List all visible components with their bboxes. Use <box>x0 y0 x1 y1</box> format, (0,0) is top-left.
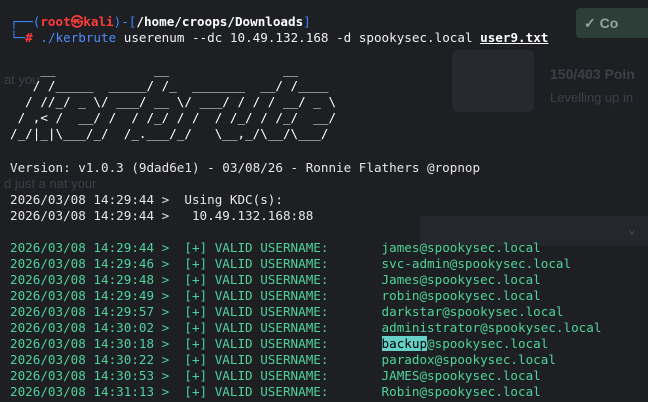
result-spacer <box>328 336 381 351</box>
command-wordlist: user9.txt <box>480 30 549 45</box>
result-timestamp: 2026/03/08 14:29:57 > <box>10 304 185 319</box>
result-timestamp: 2026/03/08 14:29:44 > <box>10 240 185 255</box>
prompt-at-symbol: ㉿ <box>70 14 84 29</box>
result-tag: [+] VALID USERNAME: <box>184 384 329 399</box>
prompt-host: kali <box>83 14 114 29</box>
result-username[interactable]: administrator@spookysec.local <box>382 320 602 335</box>
result-username[interactable]: svc-admin@spookysec.local <box>382 256 572 271</box>
result-tag: [+] VALID USERNAME: <box>184 320 329 335</box>
result-spacer <box>328 384 381 399</box>
command-args: userenum --dc 10.49.132.168 -d spookysec… <box>116 30 481 45</box>
result-username[interactable]: James@spookysec.local <box>382 272 541 287</box>
result-selected-text[interactable]: backup <box>381 336 428 351</box>
result-spacer <box>328 240 381 255</box>
prompt-user: root <box>40 14 71 29</box>
command-name: ./kerbrute <box>40 30 117 45</box>
prompt-bracket: ] <box>303 14 311 29</box>
command-line: └─# ./kerbrute userenum --dc 10.49.132.1… <box>10 30 548 46</box>
prompt-bracket: ┌──( <box>10 14 41 29</box>
result-spacer <box>328 352 381 367</box>
result-spacer <box>328 272 381 287</box>
result-tag: [+] VALID USERNAME: <box>184 368 329 383</box>
result-tag: [+] VALID USERNAME: <box>184 256 329 271</box>
result-username[interactable]: @spookysec.local <box>427 336 548 351</box>
result-username[interactable]: Robin@spookysec.local <box>382 384 541 399</box>
result-row: 2026/03/08 14:30:53 > [+] VALID USERNAME… <box>10 368 541 384</box>
result-timestamp: 2026/03/08 14:29:48 > <box>10 272 185 287</box>
result-row: 2026/03/08 14:30:22 > [+] VALID USERNAME… <box>10 352 556 368</box>
result-row: 2026/03/08 14:29:49 > [+] VALID USERNAME… <box>10 288 541 304</box>
result-username[interactable]: darkstar@spookysec.local <box>382 304 564 319</box>
prompt-path: /home/croops/Downloads <box>136 14 304 29</box>
result-username[interactable]: paradox@spookysec.local <box>382 352 556 367</box>
prompt-hash: # <box>25 30 33 45</box>
result-spacer <box>328 304 381 319</box>
result-spacer <box>328 256 381 271</box>
banner-line: __ __ __ <box>10 62 337 77</box>
result-timestamp: 2026/03/08 14:30:18 > <box>10 336 185 351</box>
result-timestamp: 2026/03/08 14:30:22 > <box>10 352 185 367</box>
result-spacer <box>328 288 381 303</box>
result-tag: [+] VALID USERNAME: <box>184 288 329 303</box>
prompt-bracket: )-[ <box>113 14 137 29</box>
kdc-line: 2026/03/08 14:29:44 > Using KDC(s): <box>10 192 283 207</box>
result-spacer <box>328 320 381 335</box>
result-timestamp: 2026/03/08 14:29:46 > <box>10 256 185 271</box>
result-tag: [+] VALID USERNAME: <box>184 240 329 255</box>
result-row: 2026/03/08 14:29:46 > [+] VALID USERNAME… <box>10 256 571 272</box>
result-username[interactable]: james@spookysec.local <box>382 240 541 255</box>
result-timestamp: 2026/03/08 14:30:02 > <box>10 320 185 335</box>
result-timestamp: 2026/03/08 14:30:53 > <box>10 368 185 383</box>
banner-line: /_/|_|\___/_/ /_.___/_/ \__,_/\__/\___/ <box>10 126 337 141</box>
prompt-corner: └─ <box>10 30 26 45</box>
result-tag: [+] VALID USERNAME: <box>184 272 329 287</box>
result-timestamp: 2026/03/08 14:29:49 > <box>10 288 185 303</box>
terminal-window[interactable]: ┌──(root㉿kali)-[/home/croops/Downloads] … <box>0 0 648 402</box>
result-row: 2026/03/08 14:31:13 > [+] VALID USERNAME… <box>10 384 541 400</box>
result-timestamp: 2026/03/08 14:31:13 > <box>10 384 185 399</box>
result-tag: [+] VALID USERNAME: <box>184 336 329 351</box>
result-tag: [+] VALID USERNAME: <box>184 304 329 319</box>
result-tag: [+] VALID USERNAME: <box>184 352 329 367</box>
result-row: 2026/03/08 14:29:57 > [+] VALID USERNAME… <box>10 304 564 320</box>
result-row: 2026/03/08 14:30:02 > [+] VALID USERNAME… <box>10 320 601 336</box>
banner-line: / //_/ _ \/ ___/ __ \/ ___/ / / / __/ _ … <box>10 94 337 109</box>
result-row: 2026/03/08 14:29:48 > [+] VALID USERNAME… <box>10 272 541 288</box>
banner-line: / /_____ _____/ /_ _______ __/ /____ <box>10 78 337 93</box>
banner-line: / ,< / __/ / / /_/ / / / /_/ / /_/ __/ <box>10 110 337 125</box>
result-row: 2026/03/08 14:30:18 > [+] VALID USERNAME… <box>10 336 548 352</box>
result-username[interactable]: JAMES@spookysec.local <box>382 368 541 383</box>
result-row: 2026/03/08 14:29:44 > [+] VALID USERNAME… <box>10 240 541 256</box>
prompt-line-1: ┌──(root㉿kali)-[/home/croops/Downloads] <box>10 14 311 30</box>
result-spacer <box>328 368 381 383</box>
version-line: Version: v1.0.3 (9dad6e1) - 03/08/26 - R… <box>10 160 481 175</box>
kdc-line: 2026/03/08 14:29:44 > 10.49.132.168:88 <box>10 208 314 223</box>
result-username[interactable]: robin@spookysec.local <box>382 288 541 303</box>
